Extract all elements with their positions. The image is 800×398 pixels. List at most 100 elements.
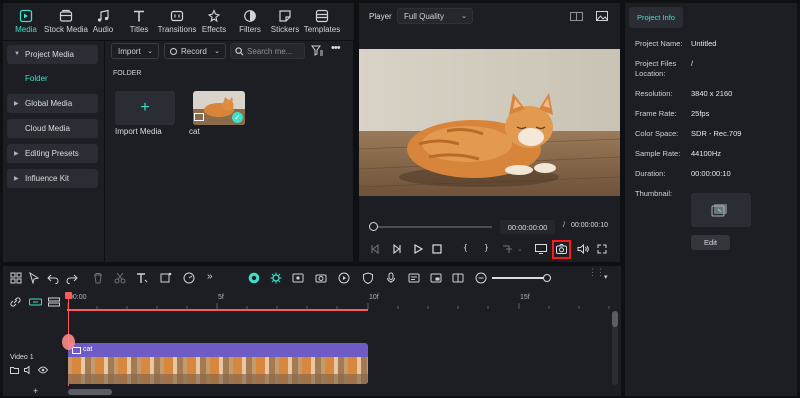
insert-marker-icon[interactable]: [502, 245, 513, 254]
previous-frame-icon[interactable]: [370, 244, 380, 254]
zoom-out-icon[interactable]: [475, 272, 487, 284]
import-dropdown[interactable]: Import ⌄: [111, 43, 159, 59]
tab-audio[interactable]: Audio: [83, 3, 123, 40]
image-type-icon: [72, 347, 81, 354]
thumbnail-image-icon: [711, 204, 727, 217]
timeline-clip[interactable]: cat: [68, 343, 368, 384]
sidebar-item-influence-kit[interactable]: ▶ Influence Kit: [7, 169, 98, 188]
layout-icon[interactable]: [10, 272, 22, 284]
text-tool-icon[interactable]: [136, 272, 148, 284]
next-frame-icon[interactable]: [392, 244, 402, 254]
horizontal-scrollbar-thumb[interactable]: [68, 389, 112, 395]
tab-titles[interactable]: Titles: [119, 3, 159, 40]
tab-project-info-label: Project Info: [637, 13, 675, 22]
cat-clip-thumbnail[interactable]: ✓: [193, 91, 245, 125]
sidebar-item-folder[interactable]: Folder: [7, 69, 98, 88]
captions-icon[interactable]: [408, 272, 420, 284]
volume-icon[interactable]: [577, 244, 589, 254]
play-circle-icon[interactable]: [338, 272, 350, 284]
media-sidebar: ▼ Project Media Folder ▶ Global Media Cl…: [3, 41, 104, 262]
sidebar-item-label: Cloud Media: [25, 124, 70, 133]
microphone-icon[interactable]: [385, 272, 397, 284]
screen-record-icon[interactable]: [292, 272, 304, 284]
stop-icon[interactable]: [432, 244, 442, 254]
ruler-mark: 10f: [369, 294, 379, 301]
sidebar-item-editing-presets[interactable]: ▶ Editing Presets: [7, 144, 98, 163]
progress-track[interactable]: [372, 226, 492, 228]
vertical-scrollbar-thumb[interactable]: [612, 311, 618, 327]
duration-label: Duration:: [635, 169, 666, 178]
thumbnail-preview[interactable]: [691, 193, 751, 227]
zoom-slider-track[interactable]: [492, 277, 547, 279]
fullscreen-icon[interactable]: [597, 244, 607, 254]
play-icon[interactable]: [413, 244, 423, 254]
video-preview: [359, 49, 620, 196]
more-tools-icon[interactable]: »: [207, 271, 213, 282]
tab-filters[interactable]: Filters: [230, 3, 270, 40]
top-toolbar: Media Stock Media Audio Titles Transitio…: [3, 3, 354, 40]
more-options-icon[interactable]: •••: [331, 42, 341, 54]
chevron-down-icon: ▾: [604, 274, 608, 281]
track-manager-icon[interactable]: [48, 297, 60, 307]
split-icon[interactable]: [452, 272, 464, 284]
resolution-label: Resolution:: [635, 89, 673, 98]
vertical-scrollbar[interactable]: [612, 311, 618, 385]
sidebar-item-label: Project Media: [25, 50, 74, 59]
mark-out-icon[interactable]: }: [484, 243, 489, 252]
zoom-slider-handle[interactable]: [543, 274, 551, 282]
current-time[interactable]: 00:00:00:00: [500, 220, 555, 234]
tab-stock-media-label: Stock Media: [43, 25, 89, 34]
image-icon[interactable]: [596, 11, 608, 21]
speaker-icon[interactable]: [24, 366, 33, 374]
folder-icon[interactable]: [10, 366, 19, 374]
snapshot-camera-icon[interactable]: [556, 244, 567, 254]
delete-icon[interactable]: [92, 272, 104, 284]
ai-tool-icon[interactable]: [248, 272, 260, 284]
sidebar-item-project-media[interactable]: ▼ Project Media: [7, 45, 98, 64]
redo-icon[interactable]: [66, 272, 78, 284]
filter-sort-icon[interactable]: [311, 45, 323, 56]
search-input[interactable]: Search me...: [230, 43, 305, 59]
sidebar-item-label: Global Media: [25, 99, 73, 108]
pip-icon[interactable]: [430, 272, 442, 284]
current-time-value: 00:00:00:00: [507, 222, 548, 232]
timeline-clip-label: cat: [83, 346, 93, 353]
frame-rate-value: 25fps: [691, 109, 710, 118]
cat-preview-image: [359, 49, 620, 196]
compare-icon[interactable]: [570, 12, 583, 21]
cut-icon[interactable]: [114, 272, 126, 284]
templates-icon: [315, 9, 329, 23]
drag-handle-icon[interactable]: ⋮⋮: [588, 268, 605, 277]
tab-templates[interactable]: Templates: [300, 3, 344, 40]
progress-handle[interactable]: [369, 222, 378, 231]
edit-label: Edit: [704, 238, 717, 247]
auto-ripple-icon[interactable]: [29, 297, 42, 307]
playhead-handle[interactable]: [65, 292, 72, 299]
stickers-icon: [279, 10, 291, 22]
gear-icon[interactable]: [270, 272, 282, 284]
import-media-tile[interactable]: +: [115, 91, 175, 125]
undo-icon[interactable]: [47, 272, 59, 284]
crop-icon[interactable]: [160, 272, 172, 284]
tab-project-info[interactable]: Project Info: [629, 7, 683, 28]
eye-icon[interactable]: [38, 366, 48, 374]
quality-dropdown[interactable]: Full Quality ⌄: [397, 8, 473, 24]
shield-icon[interactable]: [362, 272, 374, 284]
speed-icon[interactable]: [183, 272, 195, 284]
clip-label: cat: [189, 127, 200, 136]
timeline-ruler[interactable]: 00:00 5f 10f 15f: [67, 292, 612, 312]
sidebar-item-cloud-media[interactable]: Cloud Media: [7, 119, 98, 138]
add-track-icon[interactable]: +: [33, 386, 38, 396]
edit-thumbnail-button[interactable]: Edit: [691, 235, 730, 250]
mark-in-icon[interactable]: {: [463, 243, 468, 252]
record-dropdown[interactable]: Record ⌄: [164, 43, 226, 59]
sidebar-item-global-media[interactable]: ▶ Global Media: [7, 94, 98, 113]
tab-stickers[interactable]: Stickers: [265, 3, 305, 40]
tab-effects[interactable]: Effects: [194, 3, 234, 40]
select-tool-icon[interactable]: [28, 272, 40, 284]
track-label: Video 1: [10, 354, 34, 361]
camera-icon[interactable]: [315, 272, 327, 284]
total-time: 00:00:00:10: [571, 222, 608, 229]
display-icon[interactable]: [535, 244, 547, 254]
link-icon[interactable]: [10, 297, 21, 307]
